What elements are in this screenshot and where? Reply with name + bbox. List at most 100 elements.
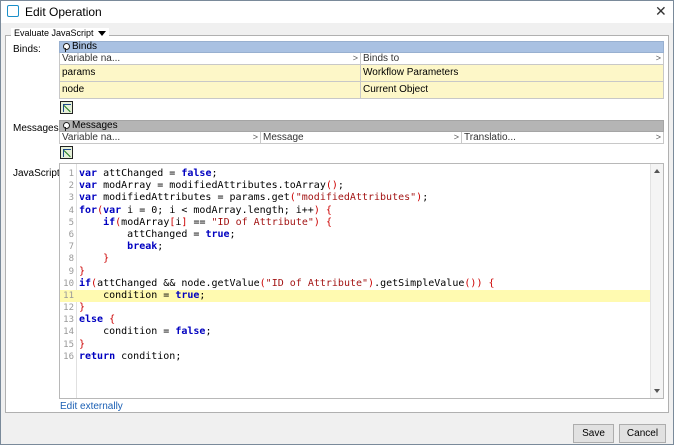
messages-table: Messages Variable na... > Message > Tran… xyxy=(59,120,664,144)
scroll-down-icon[interactable] xyxy=(654,389,660,393)
table-cell[interactable]: Current Object xyxy=(361,82,663,98)
scroll-up-icon[interactable] xyxy=(654,169,660,173)
binds-column-headers: Variable na... > Binds to > xyxy=(59,53,664,65)
code-line[interactable]: 9} xyxy=(60,266,650,278)
save-button[interactable]: Save xyxy=(573,424,614,443)
code-text: var modifiedAttributes = params.get("mod… xyxy=(79,192,429,204)
code-line[interactable]: 5 if(modArray[i] == "ID of Attribute") { xyxy=(60,217,650,229)
code-line[interactable]: 13 else { xyxy=(60,314,650,326)
javascript-editor[interactable]: 1 var attChanged = false; 2 var modArray = … xyxy=(59,163,664,399)
line-number: 7 xyxy=(68,242,74,253)
column-header-label: Message xyxy=(263,132,304,143)
column-header-translation[interactable]: Translatio... > xyxy=(462,132,663,143)
code-text: condition = false; xyxy=(79,326,212,338)
chevron-right-icon: > xyxy=(655,132,661,142)
code-text: return condition; xyxy=(79,350,182,362)
chevron-right-icon: > xyxy=(352,53,358,63)
messages-label: Messages: xyxy=(13,123,62,134)
code-text: for(var i = 0; i < modArray.length; i++)… xyxy=(79,204,332,216)
code-line[interactable]: 7 break; xyxy=(60,241,650,253)
code-text: var modArray = modifiedAttributes.toArra… xyxy=(79,180,344,192)
group-tab-evaluate-javascript[interactable]: Evaluate JavaScript xyxy=(11,28,109,38)
code-line[interactable]: 6 attChanged = true; xyxy=(60,229,650,241)
messages-column-headers: Variable na... > Message > Translatio...… xyxy=(59,132,664,144)
code-text: if(attChanged && node.getValue("ID of At… xyxy=(79,277,495,289)
messages-header-label: Messages xyxy=(72,120,118,131)
add-bind-icon[interactable] xyxy=(60,101,73,114)
code-text: } xyxy=(79,265,86,277)
column-header-variable-name[interactable]: Variable na... > xyxy=(60,53,361,64)
line-number: 11 xyxy=(63,290,74,301)
window-icon xyxy=(7,5,19,17)
pin-icon[interactable] xyxy=(62,42,70,52)
column-header-label: Binds to xyxy=(363,53,400,64)
code-text: } xyxy=(79,338,86,350)
code-text: attChanged = true; xyxy=(79,228,236,240)
line-number: 5 xyxy=(68,217,74,228)
code-line[interactable]: 2 var modArray = modifiedAttributes.toArr… xyxy=(60,180,650,192)
column-header-message[interactable]: Message > xyxy=(261,132,462,143)
chevron-right-icon: > xyxy=(655,53,661,63)
add-message-icon[interactable] xyxy=(60,146,73,159)
chevron-right-icon: > xyxy=(453,132,459,142)
cancel-button[interactable]: Cancel xyxy=(619,424,666,443)
code-line[interactable]: 14 condition = false; xyxy=(60,326,650,338)
column-header-variable-name[interactable]: Variable na... > xyxy=(60,132,261,143)
code-line[interactable]: 10 if(attChanged && node.getValue("ID of … xyxy=(60,278,650,290)
vertical-scrollbar[interactable] xyxy=(650,164,663,398)
close-icon[interactable]: ✕ xyxy=(655,3,667,20)
line-number: 14 xyxy=(63,327,74,338)
code-line[interactable]: 15} xyxy=(60,339,650,351)
binds-label: Binds: xyxy=(13,44,41,55)
line-number: 12 xyxy=(63,303,74,314)
line-number: 15 xyxy=(63,339,74,350)
line-number: 16 xyxy=(63,351,74,362)
code-text: condition = true; xyxy=(79,289,206,301)
column-header-binds-to[interactable]: Binds to > xyxy=(361,53,663,64)
table-cell[interactable]: params xyxy=(60,65,361,81)
line-number: 3 xyxy=(68,193,74,204)
line-number: 8 xyxy=(68,254,74,265)
edit-externally-link[interactable]: Edit externally xyxy=(60,401,123,412)
code-text: var attChanged = false; xyxy=(79,168,218,179)
code-line[interactable]: 12} xyxy=(60,302,650,314)
chevron-down-icon xyxy=(97,30,106,36)
code-line[interactable]: 1 var attChanged = false; xyxy=(60,168,650,180)
table-row[interactable]: params Workflow Parameters xyxy=(59,65,664,82)
column-header-label: Variable na... xyxy=(62,53,121,64)
code-text: break; xyxy=(127,241,164,253)
code-line[interactable]: 4 for(var i = 0; i < modArray.length; i++… xyxy=(60,205,650,217)
title-bar: Edit Operation ✕ xyxy=(1,1,673,23)
column-header-label: Translatio... xyxy=(464,132,516,143)
messages-header: Messages xyxy=(59,120,664,132)
code-line[interactable]: 11 condition = true; xyxy=(60,289,650,303)
binds-header: Binds xyxy=(59,41,664,53)
code-text: if(modArray[i] == "ID of Attribute") { xyxy=(103,216,332,228)
edit-operation-dialog: Edit Operation ✕ Evaluate JavaScript Bin… xyxy=(0,0,674,445)
binds-table: Binds Variable na... > Binds to > params… xyxy=(59,41,664,99)
code-line[interactable]: 8 } xyxy=(60,253,650,265)
line-number: 2 xyxy=(68,181,74,192)
code-line[interactable]: 3 var modifiedAttributes = params.get("mo… xyxy=(60,192,650,204)
table-cell[interactable]: Workflow Parameters xyxy=(361,65,663,81)
table-cell[interactable]: node xyxy=(60,82,361,98)
code-text: } xyxy=(79,302,86,314)
line-number: 9 xyxy=(68,266,74,277)
binds-header-label: Binds xyxy=(72,41,98,52)
window-title: Edit Operation xyxy=(25,5,102,19)
code-text: } xyxy=(103,253,110,265)
column-header-label: Variable na... xyxy=(62,132,121,143)
group-tab-label: Evaluate JavaScript xyxy=(14,28,94,38)
line-number: 6 xyxy=(68,229,74,240)
code-line[interactable]: 16 return condition; xyxy=(60,351,650,363)
line-number: 10 xyxy=(63,278,74,289)
line-number: 1 xyxy=(68,169,74,179)
line-number: 4 xyxy=(68,205,74,216)
code-text: else { xyxy=(79,314,116,326)
table-row[interactable]: node Current Object xyxy=(59,82,664,99)
code-area[interactable]: 1 var attChanged = false; 2 var modArray = … xyxy=(60,168,650,363)
chevron-right-icon: > xyxy=(252,132,258,142)
javascript-label: JavaScript: xyxy=(13,168,63,179)
line-number: 13 xyxy=(63,315,74,326)
pin-icon[interactable] xyxy=(62,121,70,131)
